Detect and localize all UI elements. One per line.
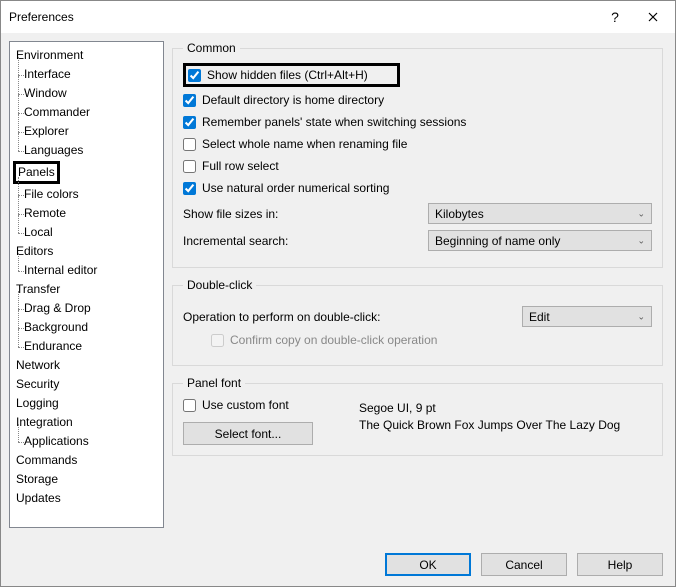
- tree-storage[interactable]: Storage: [10, 470, 163, 489]
- full-row-label: Full row select: [202, 159, 279, 173]
- select-whole-checkbox[interactable]: [183, 138, 196, 151]
- tree-internaleditor[interactable]: Internal editor: [10, 261, 163, 280]
- panelfont-legend: Panel font: [183, 376, 245, 390]
- tree-interface[interactable]: Interface: [10, 65, 163, 84]
- tree-local[interactable]: Local: [10, 223, 163, 242]
- tree-filecolors[interactable]: File colors: [10, 185, 163, 204]
- default-dir-checkbox[interactable]: [183, 94, 196, 107]
- inc-search-select[interactable]: Beginning of name only ⌄: [428, 230, 652, 251]
- chevron-down-icon: ⌄: [637, 311, 645, 322]
- default-dir-label: Default directory is home directory: [202, 93, 384, 107]
- dblclick-op-label: Operation to perform on double-click:: [183, 310, 483, 324]
- remember-panels-checkbox[interactable]: [183, 116, 196, 129]
- tree-commands[interactable]: Commands: [10, 451, 163, 470]
- show-sizes-select[interactable]: Kilobytes ⌄: [428, 203, 652, 224]
- tree-applications[interactable]: Applications: [10, 432, 163, 451]
- natural-order-label: Use natural order numerical sorting: [202, 181, 389, 195]
- doubleclick-group: Double-click Operation to perform on dou…: [172, 278, 663, 366]
- tree-remote[interactable]: Remote: [10, 204, 163, 223]
- tree-environment[interactable]: Environment: [10, 46, 163, 65]
- full-row-checkbox[interactable]: [183, 160, 196, 173]
- tree-editors[interactable]: Editors: [10, 242, 163, 261]
- help-icon[interactable]: ?: [599, 1, 631, 33]
- ok-button[interactable]: OK: [385, 553, 471, 576]
- tree-panels[interactable]: Panels: [10, 160, 163, 185]
- tree-commander[interactable]: Commander: [10, 103, 163, 122]
- category-tree[interactable]: Environment Interface Window Commander E…: [9, 41, 164, 528]
- remember-panels-label: Remember panels' state when switching se…: [202, 115, 466, 129]
- doubleclick-legend: Double-click: [183, 278, 256, 292]
- show-hidden-row: Show hidden files (Ctrl+Alt+H): [183, 63, 400, 87]
- tree-transfer[interactable]: Transfer: [10, 280, 163, 299]
- tree-logging[interactable]: Logging: [10, 394, 163, 413]
- window-title: Preferences: [9, 10, 599, 24]
- panelfont-group: Panel font Use custom font Select font..…: [172, 376, 663, 456]
- titlebar: Preferences ?: [1, 1, 675, 33]
- chevron-down-icon: ⌄: [637, 208, 645, 219]
- confirm-copy-checkbox: [211, 334, 224, 347]
- tree-languages[interactable]: Languages: [10, 141, 163, 160]
- tree-dragdrop[interactable]: Drag & Drop: [10, 299, 163, 318]
- show-hidden-label: Show hidden files (Ctrl+Alt+H): [207, 68, 368, 82]
- tree-background[interactable]: Background: [10, 318, 163, 337]
- show-sizes-label: Show file sizes in:: [183, 207, 428, 221]
- close-icon[interactable]: [631, 1, 675, 33]
- chevron-down-icon: ⌄: [637, 235, 645, 246]
- cancel-button[interactable]: Cancel: [481, 553, 567, 576]
- confirm-copy-label: Confirm copy on double-click operation: [230, 333, 437, 347]
- tree-security[interactable]: Security: [10, 375, 163, 394]
- inc-search-label: Incremental search:: [183, 234, 428, 248]
- help-button[interactable]: Help: [577, 553, 663, 576]
- common-group: Common Show hidden files (Ctrl+Alt+H) De…: [172, 41, 663, 268]
- preferences-window: Preferences ? Environment Interface Wind…: [0, 0, 676, 587]
- show-hidden-checkbox[interactable]: [188, 69, 201, 82]
- tree-network[interactable]: Network: [10, 356, 163, 375]
- tree-explorer[interactable]: Explorer: [10, 122, 163, 141]
- tree-updates[interactable]: Updates: [10, 489, 163, 508]
- common-legend: Common: [183, 41, 240, 55]
- tree-window[interactable]: Window: [10, 84, 163, 103]
- use-custom-font-checkbox[interactable]: [183, 399, 196, 412]
- tree-endurance[interactable]: Endurance: [10, 337, 163, 356]
- font-sample: Segoe UI, 9 pt The Quick Brown Fox Jumps…: [359, 398, 652, 434]
- tree-integration[interactable]: Integration: [10, 413, 163, 432]
- dblclick-op-select[interactable]: Edit ⌄: [522, 306, 652, 327]
- use-custom-font-label: Use custom font: [202, 398, 289, 412]
- natural-order-checkbox[interactable]: [183, 182, 196, 195]
- select-whole-label: Select whole name when renaming file: [202, 137, 407, 151]
- dialog-buttons: OK Cancel Help: [385, 553, 663, 576]
- settings-pane: Common Show hidden files (Ctrl+Alt+H) De…: [172, 41, 667, 528]
- select-font-button[interactable]: Select font...: [183, 422, 313, 445]
